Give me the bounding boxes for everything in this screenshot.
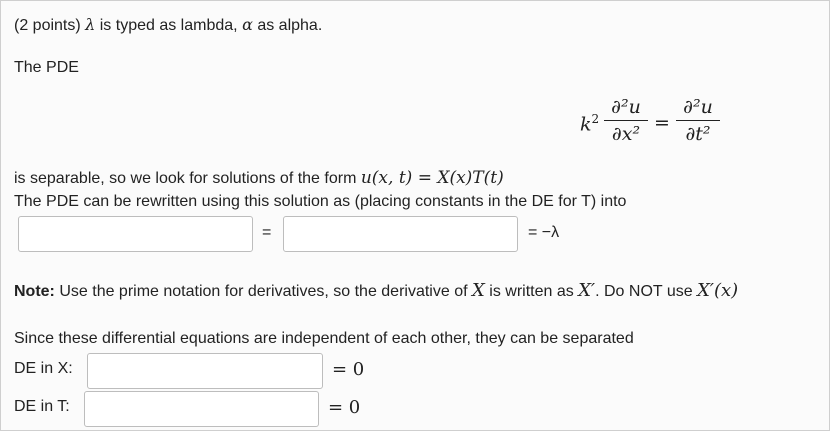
note-x: X [472,280,485,301]
lhs-denominator: ∂x² [611,123,641,145]
pde-equation: k2 ∂²u ∂x² = ∂²u ∂t² [580,96,740,156]
pde-equals: = [654,112,670,134]
lhs-numerator: ∂²u [611,96,641,118]
alpha-symbol: α [242,15,253,34]
separation-rhs: = −λ [528,224,560,241]
separation-left-input[interactable] [18,216,253,252]
lambda-note: is typed as lambda, [99,17,238,34]
note-text-1: Use the prime notation for derivatives, … [59,283,468,300]
rewrite-text: The PDE can be rewritten using this solu… [14,193,627,210]
de-x-rhs: = 0 [332,359,365,380]
lhs-fraction: ∂²u ∂x² [604,96,648,145]
de-t-input[interactable] [84,391,319,427]
rhs-denominator: ∂t² [685,123,711,145]
note-xprimex: X′(x) [697,280,739,301]
points-label: (2 points) [14,17,81,34]
note-line: Note: Use the prime notation for derivat… [14,280,738,301]
de-t-rhs: = 0 [328,397,361,418]
separation-right-input[interactable] [283,216,518,252]
pde-intro: The PDE [14,59,79,76]
de-x-input[interactable] [87,353,323,389]
intro-line: (2 points) λ is typed as lambda, α as al… [14,15,322,35]
rhs-numerator: ∂²u [683,96,713,118]
lambda-symbol: λ [85,15,96,34]
k-symbol: k2 [580,112,600,136]
note-label: Note: [14,283,55,300]
independent-text: Since these differential equations are i… [14,330,634,347]
de-x-label: DE in X: [14,360,73,377]
separable-text: is separable, so we look for solutions o… [14,170,357,187]
separation-equals: = [262,224,272,241]
note-text-2: is written as [489,283,574,300]
solution-form: u(x, t) = X(x)T(t) [360,168,504,188]
note-xprime: X′ [578,280,596,301]
rhs-fraction: ∂²u ∂t² [676,96,720,145]
separable-line: is separable, so we look for solutions o… [14,168,504,188]
de-t-label: DE in T: [14,398,70,415]
note-text-3: . Do NOT use [595,283,693,300]
alpha-note: as alpha. [257,17,323,34]
